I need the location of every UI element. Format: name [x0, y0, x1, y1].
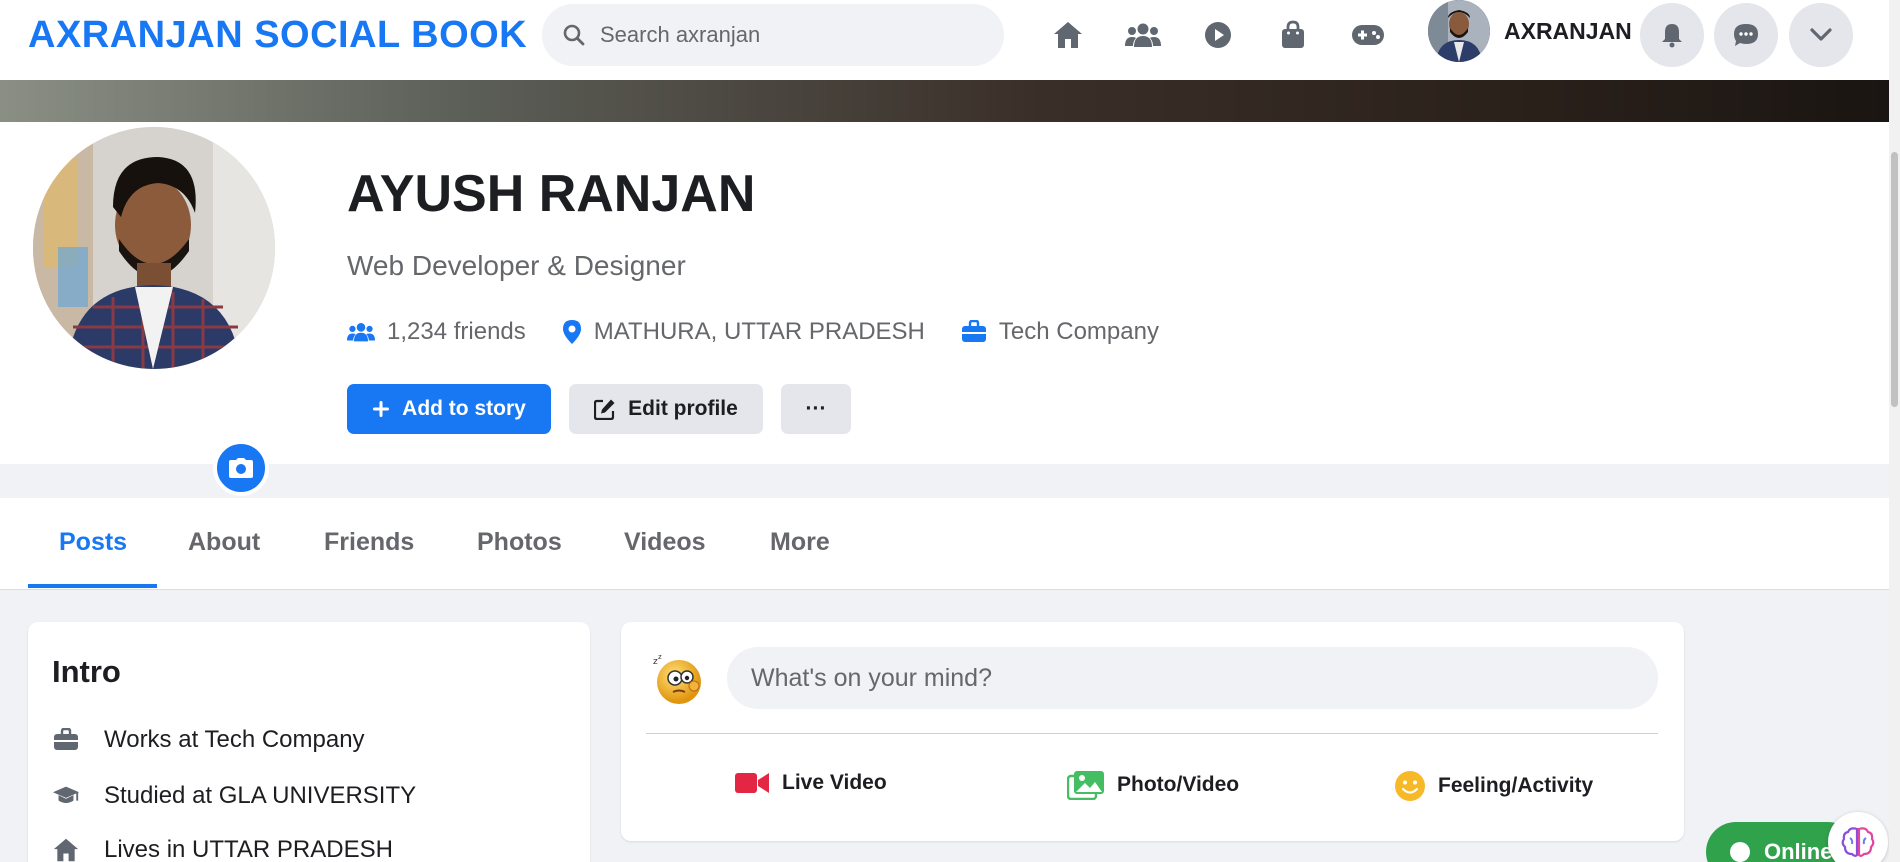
tab-friends[interactable]: Friends — [324, 528, 414, 557]
home-icon — [53, 838, 79, 862]
add-to-story-label: Add to story — [402, 397, 526, 420]
intro-card: Intro Works at Tech Company Studied at G… — [28, 622, 590, 862]
chevron-down-icon — [1810, 28, 1832, 41]
photo-video-label: Photo/Video — [1117, 773, 1240, 796]
edit-profile-label: Edit profile — [628, 397, 738, 420]
tab-posts[interactable]: Posts — [59, 528, 127, 557]
intro-title: Intro — [52, 654, 121, 689]
more-options-button[interactable]: ··· — [781, 384, 851, 434]
profile-photo[interactable] — [28, 122, 280, 374]
messenger-button[interactable] — [1714, 3, 1778, 67]
camera-icon — [229, 458, 253, 478]
cover-photo — [0, 80, 1889, 122]
briefcase-icon — [54, 728, 78, 750]
gaming-icon — [1351, 25, 1384, 45]
top-navbar: AXRANJAN SOCIAL BOOK AXRANJAN — [0, 0, 1889, 80]
search-box[interactable] — [542, 4, 1004, 66]
composer-avatar: z z — [649, 650, 705, 706]
location: MATHURA, UTTAR PRADESH — [562, 318, 925, 346]
avatar — [1428, 0, 1490, 62]
change-photo-button[interactable] — [213, 440, 269, 496]
divider — [646, 733, 1658, 734]
assistant-button[interactable] — [1828, 812, 1888, 862]
brand-logo[interactable]: AXRANJAN SOCIAL BOOK — [28, 14, 527, 57]
workplace-text: Tech Company — [998, 318, 1159, 345]
photo-video-button[interactable]: Photo/Video — [1067, 770, 1239, 800]
smiley-icon — [1395, 771, 1425, 801]
watch-icon — [1204, 22, 1231, 48]
main-nav — [1030, 14, 1405, 56]
graduation-cap-icon — [52, 786, 80, 803]
intro-item-text: Works at Tech Company — [104, 726, 365, 753]
profile-meta: 1,234 friends MATHURA, UTTAR PRADESH Tec… — [347, 318, 1195, 346]
active-tab-indicator — [28, 584, 157, 588]
notifications-button[interactable] — [1640, 3, 1704, 67]
edit-profile-button[interactable]: Edit profile — [569, 384, 763, 434]
messenger-icon — [1734, 24, 1758, 46]
nav-gaming[interactable] — [1330, 14, 1405, 56]
briefcase-icon — [961, 320, 986, 342]
feeling-activity-label: Feeling/Activity — [1438, 774, 1594, 797]
username: AXRANJAN — [1504, 17, 1632, 44]
friends-count-text: 1,234 friends — [387, 318, 526, 345]
tab-photos[interactable]: Photos — [477, 528, 562, 557]
plus-icon — [373, 401, 390, 417]
friends-count[interactable]: 1,234 friends — [347, 318, 526, 346]
brain-icon — [1841, 827, 1875, 857]
tab-videos[interactable]: Videos — [624, 528, 706, 557]
svg-text:z: z — [658, 653, 662, 661]
post-composer: z z What's on your mind? Live Video Phot… — [621, 622, 1684, 841]
home-icon — [1053, 22, 1082, 48]
profile-actions: Add to story Edit profile ··· — [347, 384, 869, 434]
nav-marketplace[interactable] — [1255, 14, 1330, 56]
user-profile-chip[interactable]: AXRANJAN — [1428, 0, 1632, 62]
profile-name: AYUSH RANJAN — [347, 165, 756, 223]
bell-icon — [1662, 24, 1682, 48]
map-pin-icon — [562, 320, 581, 344]
tab-more[interactable]: More — [770, 528, 830, 557]
photo-icon — [1067, 771, 1104, 800]
intro-item-education: Studied at GLA UNIVERSITY — [52, 782, 416, 810]
intro-item-home: Lives in UTTAR PRADESH — [52, 836, 393, 862]
search-input[interactable] — [600, 22, 980, 48]
profile-header: AYUSH RANJAN Web Developer & Designer 1,… — [0, 122, 1889, 464]
nav-friends[interactable] — [1105, 14, 1180, 56]
live-video-button[interactable]: Live Video — [734, 770, 887, 796]
tab-about[interactable]: About — [188, 528, 260, 557]
thinking-emoji-icon: z z — [653, 653, 701, 704]
nav-home[interactable] — [1030, 14, 1105, 56]
intro-item-text: Studied at GLA UNIVERSITY — [104, 782, 417, 809]
page-scrollbar[interactable] — [1889, 0, 1900, 862]
add-to-story-button[interactable]: Add to story — [347, 384, 551, 434]
profile-tagline: Web Developer & Designer — [347, 250, 686, 281]
intro-item-work: Works at Tech Company — [52, 726, 365, 754]
search-icon — [563, 24, 585, 46]
live-video-label: Live Video — [782, 771, 887, 794]
friends-icon — [347, 323, 375, 342]
feeling-activity-button[interactable]: Feeling/Activity — [1394, 770, 1593, 802]
intro-item-text: Lives in UTTAR PRADESH — [104, 836, 393, 862]
marketplace-icon — [1281, 20, 1304, 48]
location-text: MATHURA, UTTAR PRADESH — [593, 318, 925, 345]
friends-icon — [1124, 23, 1161, 47]
nav-watch[interactable] — [1180, 14, 1255, 56]
workplace: Tech Company — [961, 318, 1159, 346]
more-dots-icon: ··· — [805, 397, 827, 420]
scrollbar-thumb[interactable] — [1891, 152, 1898, 407]
online-label: Online — [1764, 839, 1833, 862]
live-video-icon — [735, 773, 769, 793]
online-dot-icon — [1730, 842, 1750, 862]
edit-icon — [594, 399, 615, 420]
profile-tabs: Posts About Friends Photos Videos More — [0, 498, 1889, 590]
whats-on-your-mind-input[interactable]: What's on your mind? — [727, 647, 1658, 709]
account-menu-button[interactable] — [1789, 3, 1853, 67]
